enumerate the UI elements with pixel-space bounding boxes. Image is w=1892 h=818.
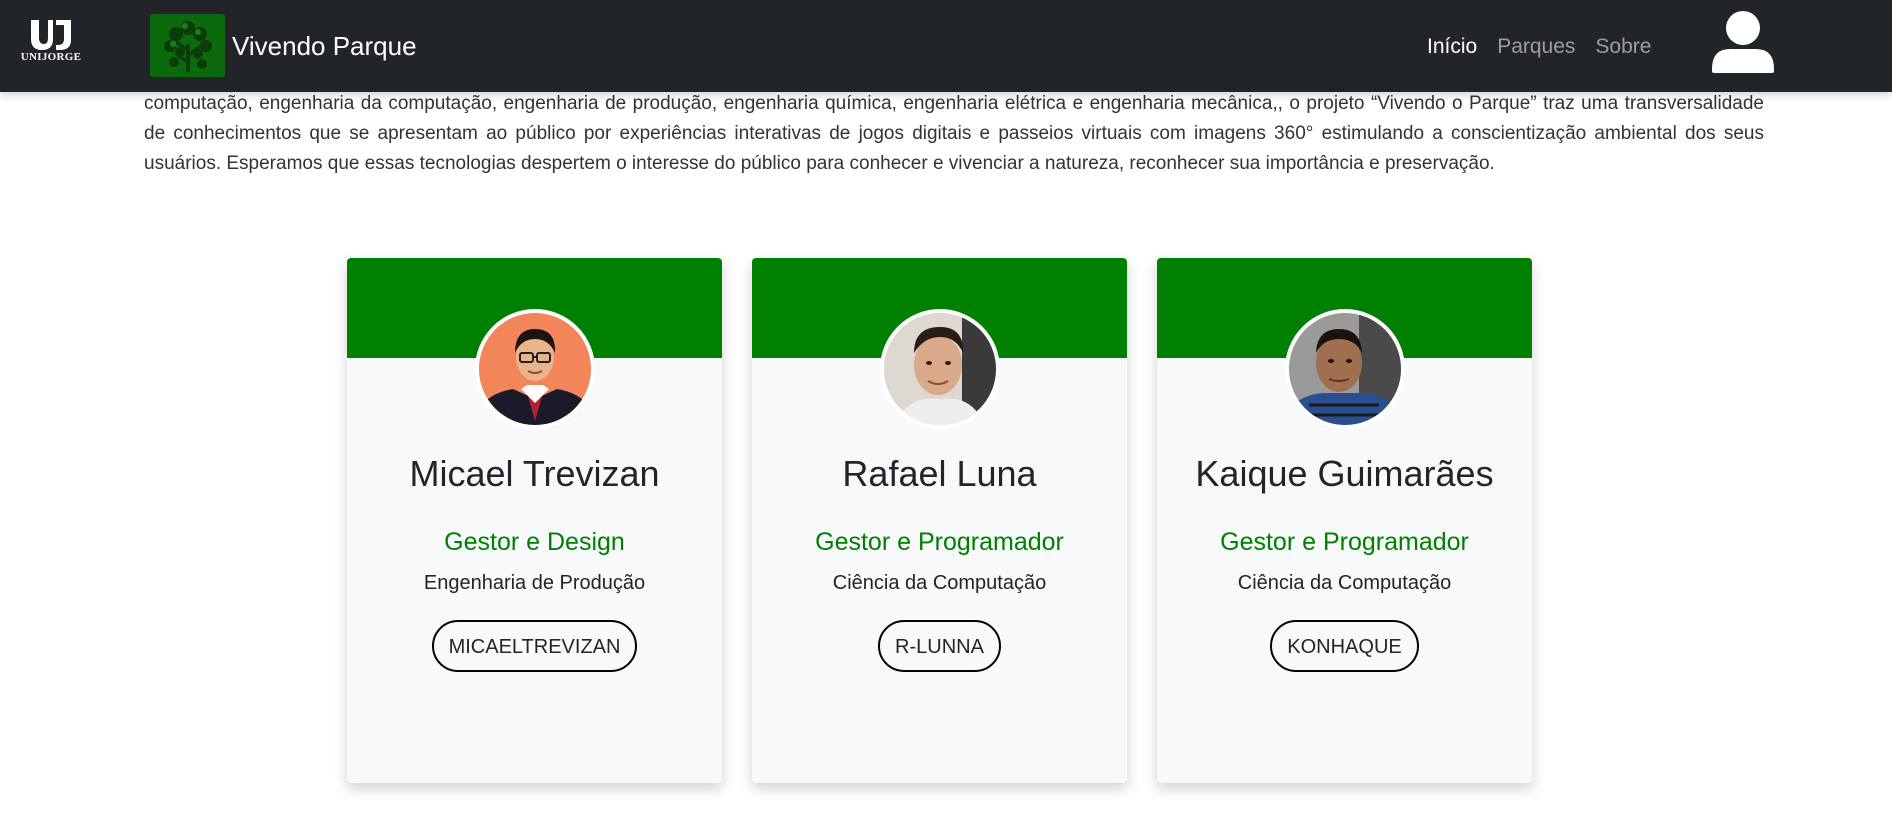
nav-links: Início Parques Sobre [1427,34,1671,60]
card-name: Kaique Guimarães [1195,453,1494,494]
card-course: Ciência da Computação [1237,572,1452,594]
profile-button-konhaque[interactable]: KONHAQUE [1270,620,1419,672]
brand-title: Vivendo Parque [232,30,417,61]
card-course: Engenharia de Produção [423,572,646,594]
tree-logo-icon [150,14,225,77]
brand-link[interactable]: Vivendo Parque [150,14,417,77]
profile-button-micaeltrevizan[interactable]: MICAELTREVIZAN [431,620,638,672]
unijorge-logo[interactable]: UNIJORGE [20,20,82,66]
team-card-micael: Micael Trevizan Gestor e Design Engenhar… [347,258,722,783]
card-name: Micael Trevizan [409,453,660,494]
top-navbar: UNIJORGE Vivendo Parque Início Parques S… [0,0,1892,92]
card-role: Gestor e Design [444,528,625,556]
card-role: Gestor e Programador [1220,528,1469,556]
nav-link-sobre[interactable]: Sobre [1595,34,1651,60]
avatar-rafael-photo [880,309,1000,429]
profile-button-r-lunna[interactable]: R-LUNNA [878,620,1001,672]
card-name: Rafael Luna [842,453,1037,494]
card-course: Ciência da Computação [832,572,1047,594]
nav-link-inicio[interactable]: Início [1427,34,1477,60]
nav-link-parques[interactable]: Parques [1497,34,1575,60]
uj-logo-mark [31,20,71,50]
about-paragraph: computação, engenharia da computação, en… [144,93,1764,174]
avatar-micael-photo [475,309,595,429]
card-role: Gestor e Programador [815,528,1064,556]
unijorge-logo-text: UNIJORGE [20,51,82,63]
user-icon[interactable] [1712,11,1774,73]
team-card-rafael: Rafael Luna Gestor e Programador Ciência… [752,258,1127,783]
team-card-kaique: Kaique Guimarães Gestor e Programador Ci… [1157,258,1532,783]
avatar-kaique-photo [1285,309,1405,429]
